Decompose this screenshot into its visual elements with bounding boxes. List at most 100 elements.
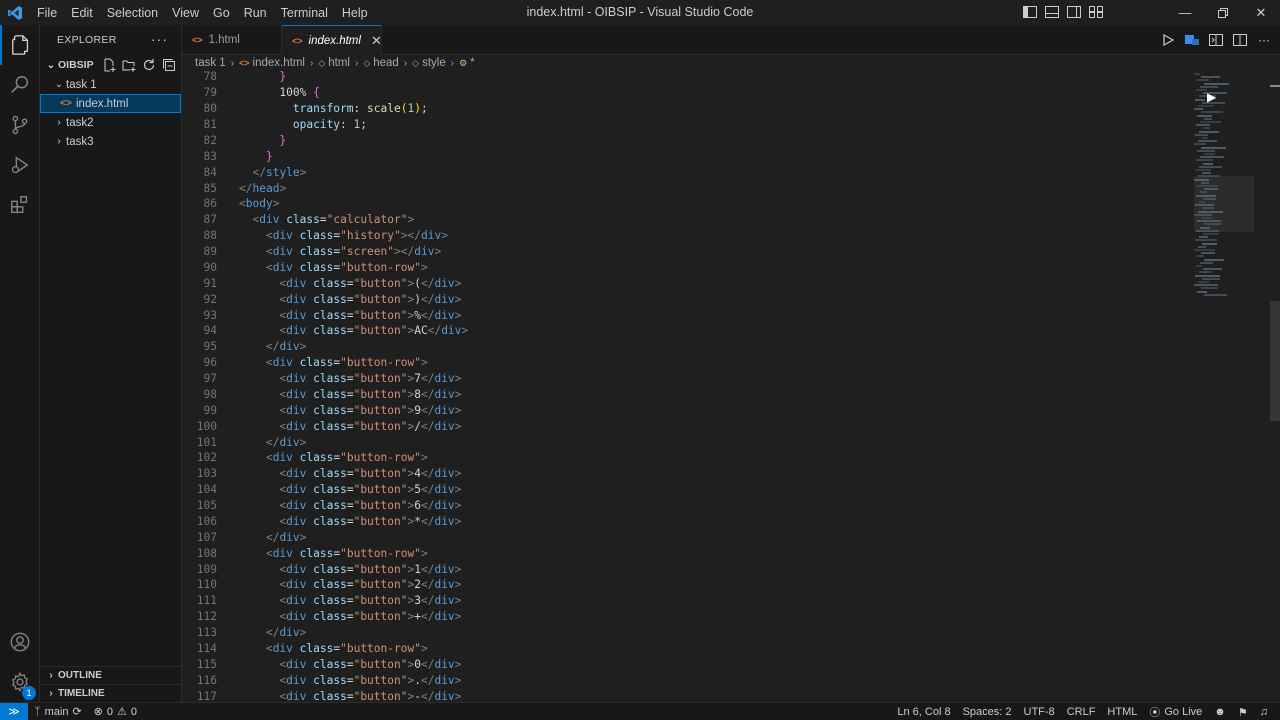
problems-indicator[interactable]: ⊗ 0 ⚠ 0: [88, 703, 143, 720]
code-line[interactable]: 97 <div class="button">7</div>: [182, 371, 468, 387]
tab-index-html[interactable]: <> index.html ✕: [282, 25, 382, 55]
toggle-panel-icon[interactable]: [1044, 4, 1060, 20]
code-line[interactable]: 115 <div class="button">0</div>: [182, 656, 468, 672]
workspace-root[interactable]: ⌄ OIBSIP: [40, 55, 181, 75]
code-line[interactable]: 113 </div>: [182, 625, 468, 641]
file-index-html[interactable]: <> index.html: [40, 94, 181, 113]
toggle-primary-sidebar-icon[interactable]: [1022, 4, 1038, 20]
code-editor[interactable]: 78 } 79 100% {80 transform: scale(1); 81 o…: [182, 71, 1280, 702]
vertical-scrollbar[interactable]: [1270, 71, 1280, 702]
code-line[interactable]: 89 <div class="screen"></div>: [182, 244, 468, 260]
code-line[interactable]: 85 </head>: [182, 180, 468, 196]
code-line[interactable]: 92 <div class="button">)</div>: [182, 291, 468, 307]
code-line[interactable]: 83 }: [182, 148, 468, 164]
new-folder-icon[interactable]: [121, 57, 137, 73]
indentation[interactable]: Spaces: 2: [957, 703, 1018, 720]
code-line[interactable]: 103 <div class="button">4</div>: [182, 466, 468, 482]
breadcrumb-item[interactable]: *: [470, 57, 474, 69]
sync-icon[interactable]: ⟳: [72, 705, 81, 718]
menu-terminal[interactable]: Terminal: [274, 6, 335, 20]
menu-file[interactable]: File: [30, 6, 64, 20]
code-line[interactable]: 111 <div class="button">3</div>: [182, 593, 468, 609]
code-line[interactable]: 87 <div class="calculator">: [182, 212, 468, 228]
code-line[interactable]: 109 <div class="button">1</div>: [182, 561, 468, 577]
go-live-button[interactable]: ⦿ Go Live: [1143, 703, 1208, 720]
folder-task-1[interactable]: ⌄ task 1: [40, 75, 181, 94]
code-line[interactable]: 93 <div class="button">%</div>: [182, 307, 468, 323]
tab-1-html[interactable]: <> 1.html: [182, 25, 282, 55]
code-line[interactable]: 106 <div class="button">*</div>: [182, 514, 468, 530]
code-line[interactable]: 116 <div class="button">.</div>: [182, 672, 468, 688]
menu-run[interactable]: Run: [237, 6, 274, 20]
more-actions-icon[interactable]: ···: [1256, 32, 1272, 48]
restore-icon[interactable]: [1204, 0, 1242, 25]
refresh-icon[interactable]: [141, 57, 157, 73]
close-tab-icon[interactable]: ✕: [371, 33, 382, 49]
menu-go[interactable]: Go: [206, 6, 237, 20]
source-control-icon[interactable]: [0, 105, 40, 145]
feedback-icon[interactable]: ⚑: [1232, 703, 1254, 720]
collapse-all-icon[interactable]: [161, 57, 177, 73]
code-line[interactable]: 101 </div>: [182, 434, 468, 450]
code-line[interactable]: 88 <div class="history"></div>: [182, 228, 468, 244]
cursor-position[interactable]: Ln 6, Col 8: [891, 703, 956, 720]
branch-indicator[interactable]: ᛉ main ⟳: [28, 703, 88, 720]
code-line[interactable]: 105 <div class="button">6</div>: [182, 498, 468, 514]
language-mode[interactable]: HTML: [1101, 703, 1143, 720]
toggle-secondary-sidebar-icon[interactable]: [1066, 4, 1082, 20]
customize-layout-icon[interactable]: [1088, 4, 1104, 20]
breadcrumb-item[interactable]: index.html: [253, 57, 305, 69]
code-line[interactable]: 102 <div class="button-row">: [182, 450, 468, 466]
remote-indicator-icon[interactable]: ≫: [0, 702, 28, 720]
encoding[interactable]: UTF-8: [1018, 703, 1061, 720]
code-lines[interactable]: 78 } 79 100% {80 transform: scale(1); 81 o…: [182, 71, 468, 702]
code-line[interactable]: 110 <div class="button">2</div>: [182, 577, 468, 593]
code-line[interactable]: 90 <div class="button-row">: [182, 260, 468, 276]
minimap[interactable]: [1194, 71, 1254, 311]
close-window-icon[interactable]: ✕: [1242, 0, 1280, 25]
explorer-icon[interactable]: [0, 25, 40, 65]
code-line[interactable]: 95 </div>: [182, 339, 468, 355]
more-actions-icon[interactable]: ···: [151, 31, 168, 47]
code-line[interactable]: 96 <div class="button-row">: [182, 355, 468, 371]
search-icon[interactable]: [0, 65, 40, 105]
breadcrumb-item[interactable]: task 1: [195, 57, 226, 69]
code-line[interactable]: 100 <div class="button">/</div>: [182, 418, 468, 434]
menu-help[interactable]: Help: [335, 6, 375, 20]
menu-view[interactable]: View: [165, 6, 206, 20]
split-editor-icon[interactable]: [1232, 32, 1248, 48]
code-line[interactable]: 99 <div class="button">9</div>: [182, 402, 468, 418]
code-line[interactable]: 91 <div class="button">(</div>: [182, 275, 468, 291]
manage-gear-icon[interactable]: 1: [0, 662, 40, 702]
copilot-icon[interactable]: ☻: [1208, 703, 1232, 720]
end-of-line[interactable]: CRLF: [1061, 703, 1102, 720]
code-line[interactable]: 79 100% {: [182, 85, 468, 101]
code-line[interactable]: 81 opacity: 1;: [182, 117, 468, 133]
scrollbar-thumb[interactable]: [1270, 301, 1280, 421]
code-line[interactable]: 80 transform: scale(1);: [182, 101, 468, 117]
menu-edit[interactable]: Edit: [64, 6, 100, 20]
breadcrumb-item[interactable]: head: [373, 57, 399, 69]
code-line[interactable]: 114 <div class="button-row">: [182, 641, 468, 657]
code-line[interactable]: 84 </style>: [182, 164, 468, 180]
code-line[interactable]: 94 <div class="button">AC</div>: [182, 323, 469, 339]
code-line[interactable]: 104 <div class="button">5</div>: [182, 482, 468, 498]
code-line[interactable]: 78 }: [182, 71, 468, 85]
code-line[interactable]: 86 <body>: [182, 196, 468, 212]
code-line[interactable]: 82 }: [182, 133, 468, 149]
breadcrumb-item[interactable]: html: [328, 57, 350, 69]
minimize-icon[interactable]: —: [1166, 0, 1204, 25]
breadcrumb-item[interactable]: style: [422, 57, 446, 69]
extensions-icon[interactable]: [0, 185, 40, 225]
code-line[interactable]: 117 <div class="button">-</div>: [182, 688, 468, 702]
menu-selection[interactable]: Selection: [100, 6, 165, 20]
code-line[interactable]: 107 </div>: [182, 529, 468, 545]
notifications-bell-icon[interactable]: ♫: [1254, 703, 1274, 720]
code-line[interactable]: 98 <div class="button">8</div>: [182, 387, 468, 403]
accounts-icon[interactable]: [0, 622, 40, 662]
vscode-logo-icon[interactable]: [0, 0, 30, 25]
outline-section[interactable]: › OUTLINE: [40, 666, 181, 684]
open-changes-icon[interactable]: [1208, 32, 1224, 48]
code-line[interactable]: 112 <div class="button">+</div>: [182, 609, 468, 625]
new-file-icon[interactable]: [101, 57, 117, 73]
